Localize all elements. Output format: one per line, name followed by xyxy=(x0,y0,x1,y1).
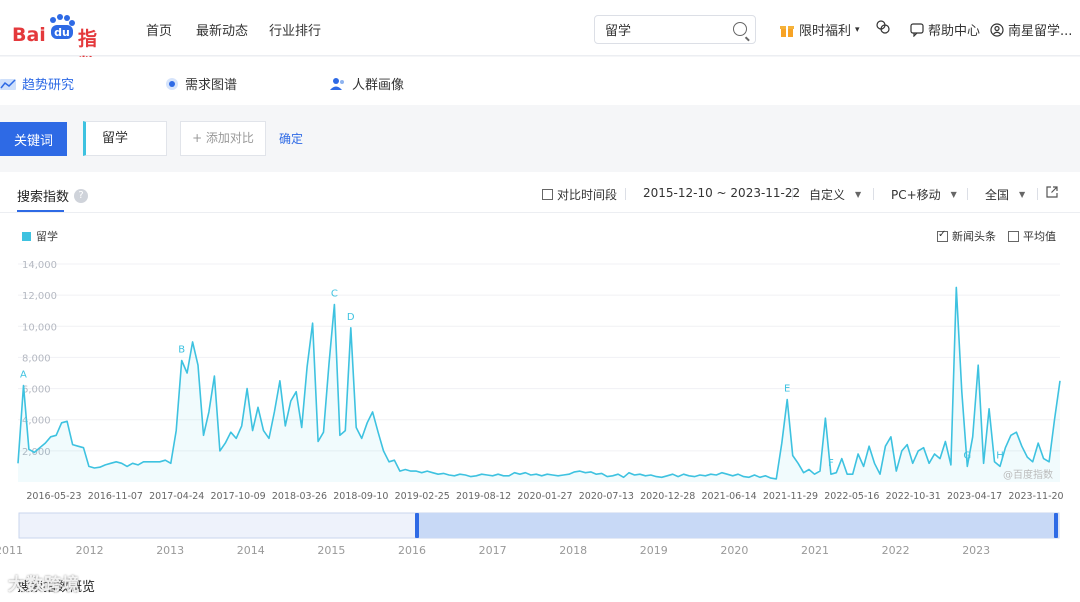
x-tick-label: 2019-08-12 xyxy=(456,491,511,502)
sub-navbar: 趋势研究 需求图谱 人群画像 xyxy=(0,57,1080,105)
x-tick-label: 2020-07-13 xyxy=(579,491,634,502)
search-index-panel: 搜索指数 ? 对比时间段 2015-12-10 ~ 2023-11-22 自定义… xyxy=(0,172,1080,602)
x-tick-label: 2023-04-17 xyxy=(947,491,1002,502)
wechat-button[interactable] xyxy=(876,20,890,34)
gift-icon xyxy=(780,25,794,37)
y-tick-label: 12,000 xyxy=(22,291,57,302)
y-tick-label: 10,000 xyxy=(22,322,57,333)
y-tick-label: 6,000 xyxy=(22,385,51,396)
range-handle-left xyxy=(415,513,419,538)
keyword-field[interactable]: 留学 xyxy=(83,121,167,156)
brush-year-label: 2016 xyxy=(398,544,426,557)
user-icon xyxy=(990,22,1004,37)
brush-year-label: 2014 xyxy=(237,544,265,557)
top-navbar: Bai du 指数 首页 最新动态 行业排行 限时福利 ▾ 帮助中心 南星留学.… xyxy=(0,0,1080,77)
benefits-label: 限时福利 xyxy=(799,24,852,39)
x-tick-label: 2022-10-31 xyxy=(886,491,941,502)
tab-trend-research-label: 趋势研究 xyxy=(22,78,75,93)
brush-year-label: 2013 xyxy=(156,544,184,557)
news-marker-e: E xyxy=(784,383,790,394)
news-marker-f: F xyxy=(828,458,834,469)
tab-demand-map[interactable]: 需求图谱 xyxy=(165,74,237,93)
tab-demand-map-label: 需求图谱 xyxy=(185,78,238,93)
series-area xyxy=(18,287,1060,482)
x-tick-label: 2021-11-29 xyxy=(763,491,818,502)
news-marker-c: C xyxy=(331,288,338,299)
help-center-link[interactable]: 帮助中心 xyxy=(910,20,980,39)
news-marker-h: H xyxy=(996,450,1004,461)
search-icon[interactable] xyxy=(733,22,747,36)
user-name: 南星留学... xyxy=(1008,24,1073,39)
x-tick-label: 2023-11-20 xyxy=(1008,491,1063,502)
chat-bubble-icon xyxy=(910,22,924,37)
help-center-label: 帮助中心 xyxy=(928,24,981,39)
search-index-chart[interactable]: 14,00012,00010,0008,0006,0004,0002,00020… xyxy=(0,172,1080,572)
confirm-button[interactable]: 确定 xyxy=(279,130,303,147)
x-tick-label: 2018-03-26 xyxy=(272,491,327,502)
news-marker-b: B xyxy=(178,345,185,356)
wechat-icon xyxy=(876,20,890,34)
x-tick-label: 2020-12-28 xyxy=(640,491,695,502)
brush-year-label: 2012 xyxy=(76,544,104,557)
people-icon xyxy=(330,77,344,90)
baidu-index-watermark: @百度指数 xyxy=(1003,470,1053,481)
news-marker-d: D xyxy=(347,312,355,323)
demand-map-icon xyxy=(166,77,178,90)
user-menu[interactable]: 南星留学... xyxy=(990,20,1072,39)
brush-year-label: 2017 xyxy=(479,544,507,557)
tab-trend-research[interactable]: 趋势研究 xyxy=(0,74,74,93)
range-selector-window xyxy=(417,513,1056,538)
brush-year-label: 2019 xyxy=(640,544,668,557)
x-tick-label: 2017-10-09 xyxy=(211,491,266,502)
brush-year-label: 2023 xyxy=(962,544,990,557)
search-input[interactable] xyxy=(595,16,715,43)
range-handle-right xyxy=(1054,513,1058,538)
nav-home[interactable]: 首页 xyxy=(146,20,172,39)
nav-latest[interactable]: 最新动态 xyxy=(196,20,248,39)
brush-year-label: 2018 xyxy=(559,544,587,557)
news-marker-g: G xyxy=(963,450,971,461)
logo-text: Bai xyxy=(12,24,46,46)
x-tick-label: 2022-05-16 xyxy=(824,491,879,502)
keyword-bar: 关键词 留学 + 添加对比 确定 xyxy=(0,106,1080,172)
watermark-logo: 大数跨境 xyxy=(8,575,80,595)
tab-crowd-portrait[interactable]: 人群画像 xyxy=(330,74,404,93)
brush-year-label: 2020 xyxy=(720,544,748,557)
x-tick-label: 2017-04-24 xyxy=(149,491,204,502)
chevron-down-icon: ▾ xyxy=(855,24,860,35)
x-tick-label: 2020-01-27 xyxy=(517,491,572,502)
x-tick-label: 2016-05-23 xyxy=(26,491,81,502)
news-marker-a: A xyxy=(20,369,27,380)
brush-year-label: 2022 xyxy=(882,544,910,557)
search-box xyxy=(594,15,756,44)
brush-year-label: 2015 xyxy=(317,544,345,557)
trend-chart-icon xyxy=(0,78,16,90)
keyword-tab-button[interactable]: 关键词 xyxy=(0,122,67,156)
brush-year-label: 2021 xyxy=(801,544,829,557)
add-compare-button[interactable]: + 添加对比 xyxy=(180,121,266,156)
x-tick-label: 2019-02-25 xyxy=(395,491,450,502)
nav-industry-ranking[interactable]: 行业排行 xyxy=(269,20,321,39)
x-tick-label: 2021-06-14 xyxy=(702,491,757,502)
logo-du: du xyxy=(54,26,70,39)
x-tick-label: 2016-11-07 xyxy=(88,491,143,502)
baidu-index-logo[interactable]: Bai du 指数 xyxy=(12,12,112,77)
y-tick-label: 8,000 xyxy=(22,353,51,364)
y-tick-label: 14,000 xyxy=(22,260,57,271)
x-tick-label: 2018-09-10 xyxy=(333,491,388,502)
brush-year-label: 2011 xyxy=(0,544,23,557)
tab-crowd-portrait-label: 人群画像 xyxy=(352,78,405,93)
paw-icon: du xyxy=(50,14,75,39)
benefits-menu[interactable]: 限时福利 ▾ xyxy=(779,20,860,39)
